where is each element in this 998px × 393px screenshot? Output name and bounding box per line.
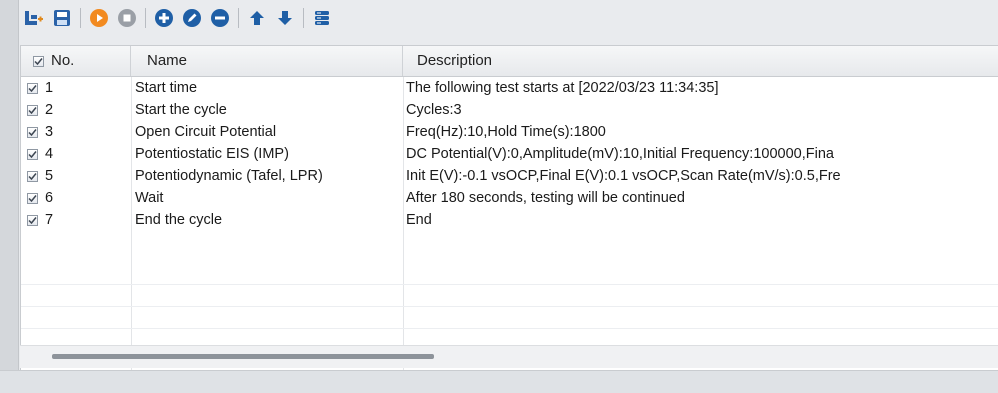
empty-row-line (21, 284, 998, 285)
row-number: 1 (45, 80, 54, 96)
row-checkbox[interactable] (27, 192, 38, 204)
row-description: End (406, 212, 432, 228)
table-row[interactable]: 7 End the cycle End (21, 209, 998, 231)
row-name: End the cycle (135, 212, 223, 228)
row-checkbox[interactable] (27, 214, 38, 226)
toolbar-separator (145, 8, 146, 28)
column-header-name[interactable]: Name (131, 46, 403, 76)
column-header-no-label: No. (51, 52, 75, 69)
row-number: 5 (45, 168, 54, 184)
steps-table: No. Name Description 1 Start time The fo… (20, 45, 998, 371)
column-header-no[interactable]: No. (21, 46, 131, 76)
row-description: Init E(V):-0.1 vsOCP,Final E(V):0.1 vsOC… (406, 168, 841, 184)
row-number: 7 (45, 212, 54, 228)
left-gutter (0, 0, 19, 392)
row-number: 6 (45, 190, 54, 206)
toolbar-separator (80, 8, 81, 28)
table-row[interactable]: 1 Start time The following test starts a… (21, 77, 998, 99)
start-icon[interactable] (87, 6, 111, 30)
row-description: The following test starts at [2022/03/23… (406, 80, 719, 96)
row-checkbox[interactable] (27, 170, 38, 182)
empty-row-line (21, 306, 998, 307)
select-all-checkbox[interactable] (33, 55, 44, 67)
stop-icon[interactable] (115, 6, 139, 30)
scrollbar-thumb[interactable] (52, 354, 434, 359)
row-name: Start the cycle (135, 102, 227, 118)
row-checkbox[interactable] (27, 82, 38, 94)
row-number: 3 (45, 124, 54, 140)
row-name: Start time (135, 80, 198, 96)
table-row[interactable]: 4 Potentiostatic EIS (IMP) DC Potential(… (21, 143, 998, 165)
row-checkbox[interactable] (27, 148, 38, 160)
status-bar (0, 370, 998, 393)
row-checkbox[interactable] (27, 104, 38, 116)
row-description: After 180 seconds, testing will be conti… (406, 190, 685, 206)
row-name: Potentiostatic EIS (IMP) (135, 146, 289, 162)
table-row[interactable]: 6 Wait After 180 seconds, testing will b… (21, 187, 998, 209)
toolbar (20, 2, 998, 34)
save-icon[interactable] (50, 6, 74, 30)
horizontal-scrollbar[interactable] (20, 345, 998, 368)
table-row[interactable]: 2 Start the cycle Cycles:3 (21, 99, 998, 121)
table-header: No. Name Description (21, 46, 998, 77)
remove-step-icon[interactable] (208, 6, 232, 30)
add-step-icon[interactable] (152, 6, 176, 30)
row-name: Wait (135, 190, 164, 206)
row-number: 4 (45, 146, 54, 162)
move-up-icon[interactable] (245, 6, 269, 30)
toolbar-separator (303, 8, 304, 28)
table-row[interactable]: 3 Open Circuit Potential Freq(Hz):10,Hol… (21, 121, 998, 143)
row-checkbox[interactable] (27, 126, 38, 138)
row-description: Cycles:3 (406, 102, 462, 118)
move-down-icon[interactable] (273, 6, 297, 30)
database-icon[interactable] (310, 6, 334, 30)
column-header-description[interactable]: Description (403, 46, 998, 76)
row-name: Potentiodynamic (Tafel, LPR) (135, 168, 323, 184)
row-description: Freq(Hz):10,Hold Time(s):1800 (406, 124, 606, 140)
table-body: 1 Start time The following test starts a… (21, 77, 998, 231)
row-description: DC Potential(V):0,Amplitude(mV):10,Initi… (406, 146, 834, 162)
row-number: 2 (45, 102, 54, 118)
row-name: Open Circuit Potential (135, 124, 277, 140)
table-row[interactable]: 5 Potentiodynamic (Tafel, LPR) Init E(V)… (21, 165, 998, 187)
tree-add-icon[interactable] (22, 6, 46, 30)
edit-step-icon[interactable] (180, 6, 204, 30)
empty-row-line (21, 328, 998, 329)
toolbar-separator (238, 8, 239, 28)
